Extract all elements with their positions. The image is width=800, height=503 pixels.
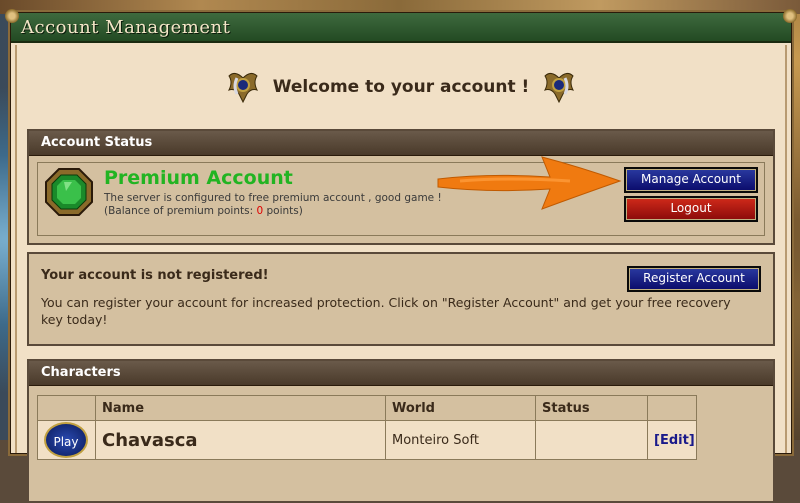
logout-button[interactable]: Logout: [624, 196, 758, 222]
characters-table: Name World Status Play Chavasca Monteiro…: [37, 395, 697, 460]
register-account-button[interactable]: Register Account: [627, 266, 761, 292]
account-status-header: Account Status: [29, 131, 773, 156]
premium-points-prefix: (Balance of premium points:: [104, 205, 257, 217]
edit-character-link[interactable]: [Edit]: [654, 433, 695, 448]
corner-ornament-right: [783, 9, 797, 23]
column-header-name: Name: [95, 395, 386, 421]
column-header-status: Status: [535, 395, 648, 421]
premium-desc-line2: (Balance of premium points: 0 points): [104, 205, 442, 218]
registration-text: You can register your account for increa…: [41, 295, 731, 327]
emerald-gem-icon: [44, 167, 94, 217]
corner-ornament-left: [5, 9, 19, 23]
characters-panel: Characters Name World Status Play Chavas…: [27, 359, 775, 503]
winged-emblem-right-icon: [541, 68, 577, 106]
winged-emblem-left-icon: [225, 68, 261, 106]
registration-panel: Your account is not registered! Register…: [27, 252, 775, 346]
manage-account-button[interactable]: Manage Account: [624, 167, 758, 193]
registration-title: Your account is not registered!: [41, 268, 269, 283]
account-management-window: Account Management Welcome to your accou…: [5, 9, 797, 503]
content-area: Welcome to your account ! Account Status: [15, 45, 787, 503]
table-row: Play Chavasca Monteiro Soft [Edit]: [37, 420, 697, 460]
column-header-icon: [37, 395, 96, 421]
character-name: Chavasca: [102, 429, 198, 451]
welcome-heading-row: Welcome to your account !: [17, 67, 785, 107]
premium-description: The server is configured to free premium…: [104, 192, 442, 218]
character-name-cell: Chavasca: [95, 420, 386, 460]
welcome-heading: Welcome to your account !: [272, 77, 530, 97]
character-actions-cell: [Edit]: [647, 420, 697, 460]
character-world: Monteiro Soft: [392, 432, 479, 448]
play-button[interactable]: Play: [44, 422, 88, 458]
account-status-panel: Account Status Premium Account The serve…: [27, 129, 775, 245]
character-status-cell: [535, 420, 648, 460]
characters-table-header-row: Name World Status: [37, 395, 697, 421]
premium-desc-line1: The server is configured to free premium…: [104, 192, 442, 204]
premium-info-section: Premium Account The server is configured…: [37, 156, 765, 236]
orange-arrow-icon: [430, 137, 630, 231]
premium-account-title: Premium Account: [104, 167, 293, 189]
play-cell: Play: [37, 420, 96, 460]
column-header-world: World: [385, 395, 536, 421]
column-header-actions: [647, 395, 697, 421]
window-title-bar: Account Management: [5, 9, 797, 43]
premium-points-suffix: points): [263, 205, 303, 217]
characters-header: Characters: [29, 361, 773, 386]
character-world-cell: Monteiro Soft: [385, 420, 536, 460]
window-title: Account Management: [21, 17, 231, 38]
